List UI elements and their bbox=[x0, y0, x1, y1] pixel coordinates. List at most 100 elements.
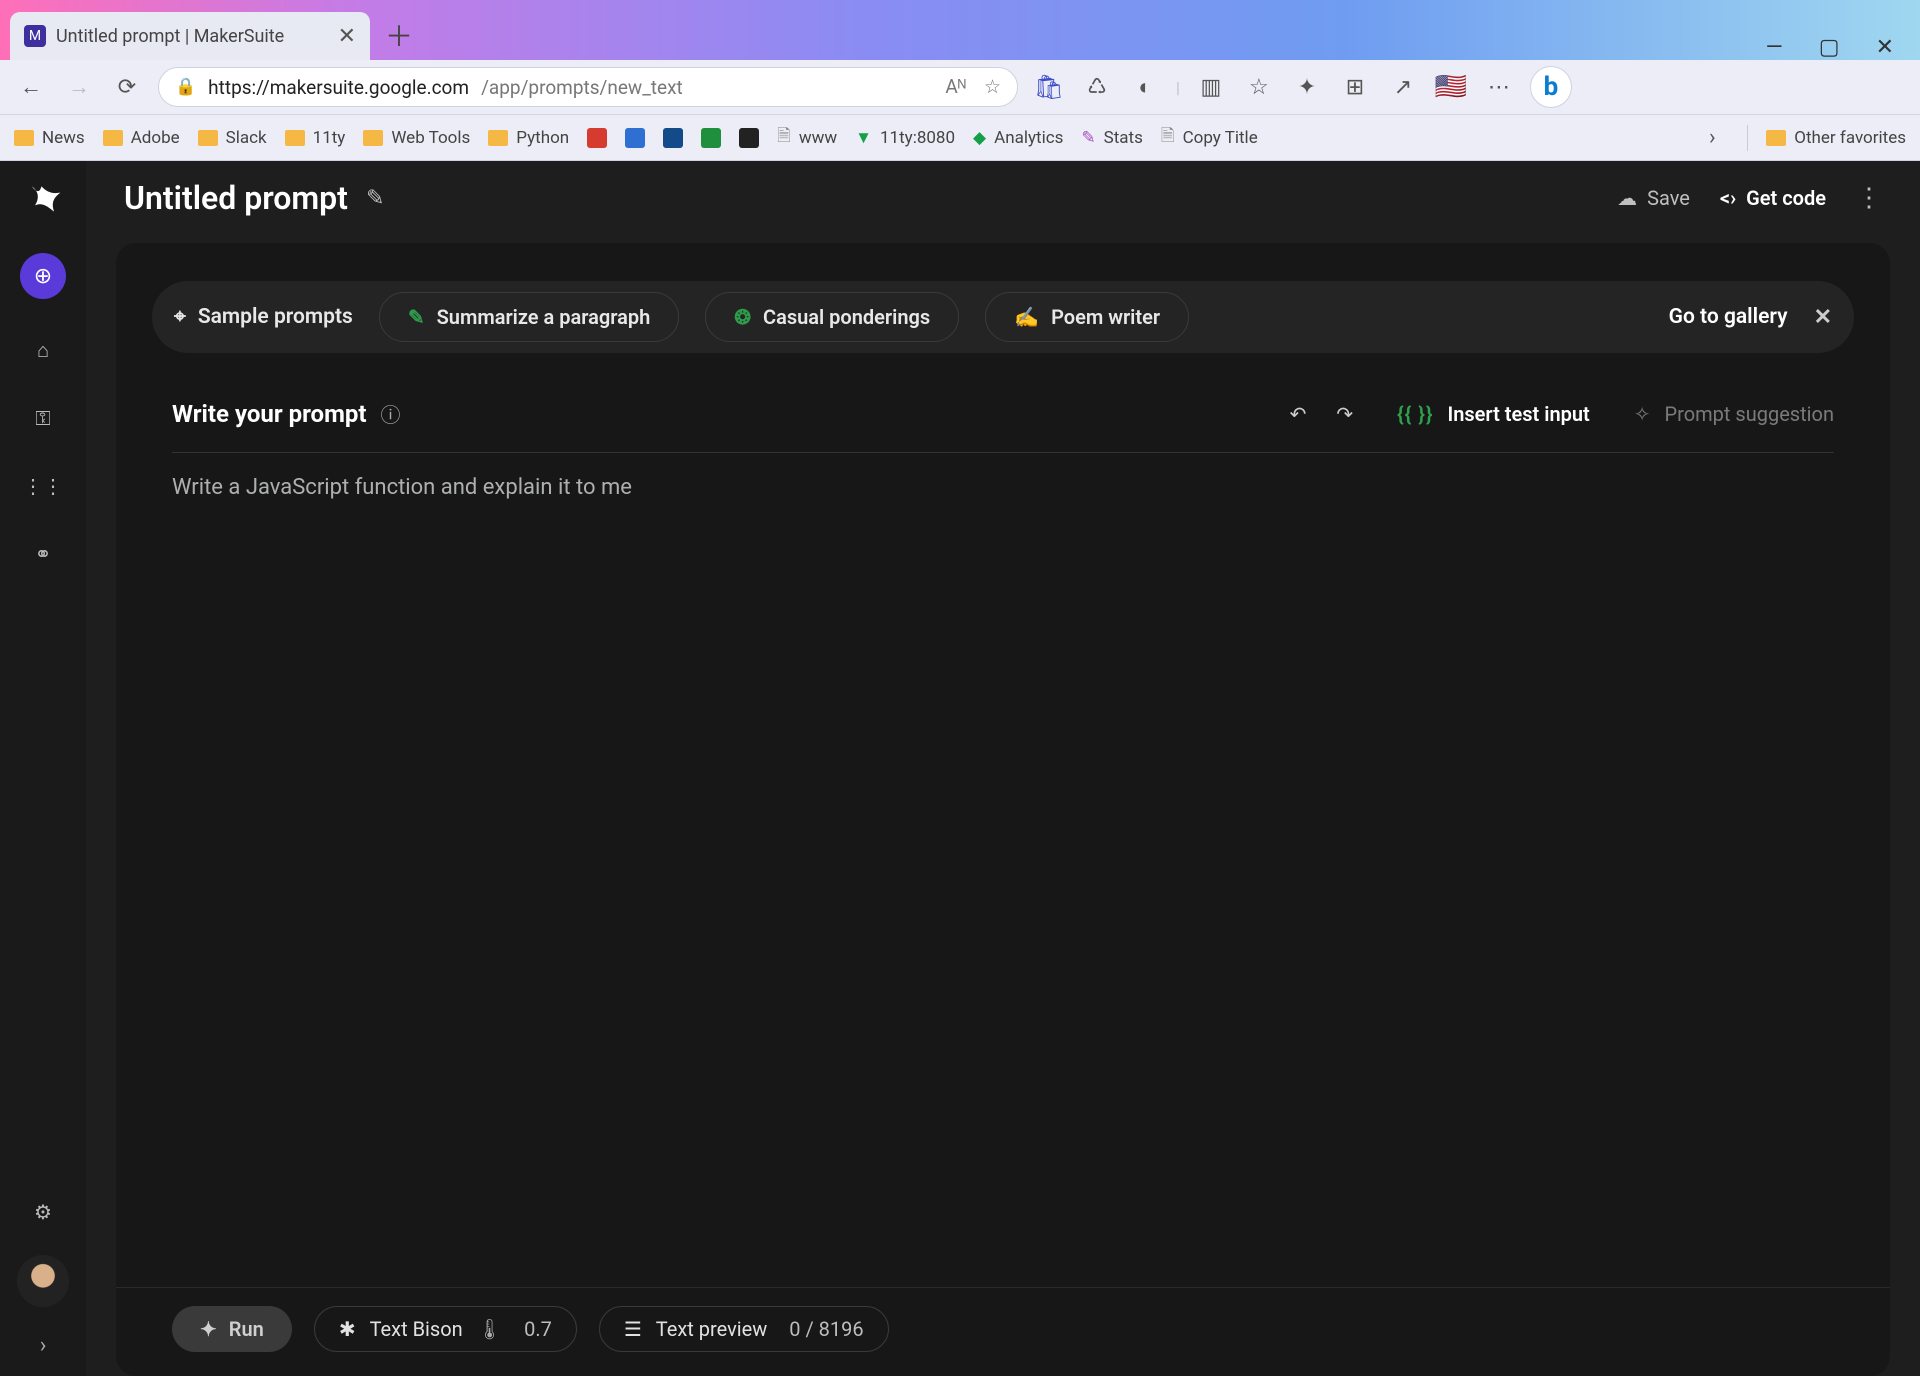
bookmarks-bar: News Adobe Slack 11ty Web Tools Python 🗎… bbox=[0, 115, 1920, 161]
rail-expand-icon[interactable]: › bbox=[40, 1333, 47, 1358]
profile-icon[interactable]: 🇺🇸 bbox=[1434, 70, 1468, 104]
insert-test-input-button[interactable]: {{ }} Insert test input bbox=[1397, 402, 1590, 426]
sample-casual[interactable]: ❂ Casual ponderings bbox=[705, 292, 959, 342]
split-icon[interactable]: ▥ bbox=[1194, 70, 1228, 104]
undo-icon[interactable]: ↶ bbox=[1290, 402, 1307, 426]
bookmark-news[interactable]: News bbox=[14, 128, 85, 148]
window-minimize-icon[interactable]: — bbox=[1766, 35, 1783, 60]
get-code-button[interactable]: <› Get code bbox=[1720, 186, 1826, 210]
model-chip[interactable]: ✱ Text Bison 🌡 0.7 bbox=[314, 1306, 577, 1352]
temperature-icon: 🌡 bbox=[477, 1317, 502, 1341]
diamond-icon: ◆ bbox=[973, 128, 986, 148]
bookmark-webtools[interactable]: Web Tools bbox=[363, 128, 470, 148]
window-controls: — ▢ ✕ bbox=[1766, 27, 1920, 60]
bookmark-analytics[interactable]: ◆Analytics bbox=[973, 128, 1063, 148]
lock-icon: 🔒 bbox=[175, 77, 196, 97]
recycle-icon[interactable]: ♺ bbox=[1080, 70, 1114, 104]
more-menu-icon[interactable]: ⋯ bbox=[1482, 70, 1516, 104]
stats-icon: ✎ bbox=[1081, 128, 1095, 148]
performance-icon[interactable]: ◐ bbox=[1128, 70, 1162, 104]
bottom-bar: ✦ Run ✱ Text Bison 🌡 0.7 ☰ Text preview … bbox=[116, 1287, 1890, 1376]
sample-prompts-row: ⌖ Sample prompts ✎ Summarize a paragraph… bbox=[152, 281, 1854, 353]
lightbulb-icon: ⌖ bbox=[174, 305, 186, 329]
bookmarks-overflow-icon[interactable]: › bbox=[1695, 121, 1729, 155]
url-path: /app/prompts/new_text bbox=[481, 76, 683, 99]
bookmark-stats[interactable]: ✎Stats bbox=[1081, 128, 1143, 148]
app-root: ⊕ ⌂ ⚿ ⋮⋮ ⚭ ⚙ › Untitled prompt ✎ ☁ Save … bbox=[0, 161, 1920, 1376]
prompt-name: Untitled prompt bbox=[124, 179, 348, 217]
info-icon[interactable]: ⓘ bbox=[380, 399, 400, 428]
left-rail: ⊕ ⌂ ⚿ ⋮⋮ ⚭ ⚙ › bbox=[0, 161, 86, 1376]
redo-icon[interactable]: ↷ bbox=[1336, 402, 1353, 426]
sample-prompts-label: ⌖ Sample prompts bbox=[174, 305, 353, 329]
app-topbar: Untitled prompt ✎ ☁ Save <› Get code ⋮ bbox=[86, 161, 1920, 235]
browser-tab[interactable]: M Untitled prompt | MakerSuite ✕ bbox=[10, 12, 370, 60]
bookmark-adobe[interactable]: Adobe bbox=[103, 128, 180, 148]
bookmark-python[interactable]: Python bbox=[488, 128, 569, 148]
window-close-icon[interactable]: ✕ bbox=[1876, 35, 1894, 60]
get-code-label: Get code bbox=[1746, 186, 1826, 210]
bookmark-copytitle[interactable]: 🗎Copy Title bbox=[1161, 123, 1258, 152]
main-column: Untitled prompt ✎ ☁ Save <› Get code ⋮ ⌖… bbox=[86, 161, 1920, 1376]
edit-name-icon[interactable]: ✎ bbox=[366, 186, 384, 211]
run-button[interactable]: ✦ Run bbox=[172, 1306, 292, 1352]
nav-refresh-button[interactable]: ⟳ bbox=[110, 70, 144, 104]
prompt-suggestion-button[interactable]: ✧ Prompt suggestion bbox=[1634, 402, 1834, 426]
extensions-icon[interactable]: ⊞ bbox=[1338, 70, 1372, 104]
tab-title: Untitled prompt | MakerSuite bbox=[56, 26, 284, 47]
user-avatar[interactable] bbox=[17, 1255, 69, 1307]
prompt-editor[interactable]: Write a JavaScript function and explain … bbox=[172, 475, 1834, 1275]
window-maximize-icon[interactable]: ▢ bbox=[1819, 35, 1840, 60]
new-prompt-button[interactable]: ⊕ bbox=[20, 253, 66, 299]
collections-icon[interactable]: ✦ bbox=[1290, 70, 1324, 104]
bookmark-slack[interactable]: Slack bbox=[198, 128, 267, 148]
nav-back-button[interactable]: ← bbox=[14, 70, 48, 104]
bookmark-icon-5[interactable] bbox=[739, 128, 759, 148]
bing-sidebar-button[interactable]: b bbox=[1530, 66, 1572, 108]
bookmark-icon-4[interactable] bbox=[701, 128, 721, 148]
bookmark-icon-1[interactable] bbox=[587, 128, 607, 148]
address-bar: ← → ⟳ 🔒 https://makersuite.google.com/ap… bbox=[0, 60, 1920, 115]
model-icon: ✱ bbox=[339, 1317, 356, 1341]
braces-icon: {{ }} bbox=[1397, 402, 1433, 426]
casual-icon: ❂ bbox=[734, 305, 751, 329]
settings-icon[interactable]: ⚙ bbox=[26, 1195, 60, 1229]
save-label: Save bbox=[1647, 186, 1690, 210]
cloud-icon: ☁ bbox=[1617, 186, 1637, 210]
preview-label: Text preview bbox=[656, 1317, 767, 1341]
nav-forward-button[interactable]: → bbox=[62, 70, 96, 104]
sample-poem[interactable]: ✍ Poem writer bbox=[985, 292, 1189, 342]
app-logo-icon[interactable] bbox=[23, 179, 63, 219]
close-samples-icon[interactable]: ✕ bbox=[1814, 305, 1832, 330]
temperature-value: 0.7 bbox=[524, 1317, 552, 1341]
rail-home-icon[interactable]: ⌂ bbox=[26, 333, 60, 367]
bookmark-www[interactable]: 🗎www bbox=[777, 123, 837, 152]
bookmark-icon-2[interactable] bbox=[625, 128, 645, 148]
window-titlebar: M Untitled prompt | MakerSuite ✕ ＋ — ▢ ✕ bbox=[0, 0, 1920, 60]
bookmark-11ty[interactable]: 11ty bbox=[285, 128, 346, 148]
favorites-icon[interactable]: ☆ bbox=[1242, 70, 1276, 104]
sample-summarize[interactable]: ✎ Summarize a paragraph bbox=[379, 292, 679, 342]
save-button[interactable]: ☁ Save bbox=[1617, 186, 1690, 210]
bookmark-icon-3[interactable] bbox=[663, 128, 683, 148]
other-favorites[interactable]: Other favorites bbox=[1766, 128, 1906, 148]
tab-favicon: M bbox=[24, 25, 46, 47]
more-options-icon[interactable]: ⋮ bbox=[1856, 183, 1882, 213]
preview-chip[interactable]: ☰ Text preview 0 / 8196 bbox=[599, 1306, 889, 1352]
rail-key-icon[interactable]: ⚿ bbox=[26, 401, 60, 435]
rail-link-icon[interactable]: ⚭ bbox=[26, 537, 60, 571]
url-input[interactable]: 🔒 https://makersuite.google.com/app/prom… bbox=[158, 67, 1018, 107]
prompt-header-title: Write your prompt bbox=[172, 400, 366, 428]
token-count: 0 / 8196 bbox=[789, 1317, 863, 1341]
prompt-card: ⌖ Sample prompts ✎ Summarize a paragraph… bbox=[116, 243, 1890, 1376]
share-icon[interactable]: ↗ bbox=[1386, 70, 1420, 104]
shopping-icon[interactable]: 🛍 bbox=[1032, 70, 1066, 104]
read-aloud-icon[interactable]: Aᴺ bbox=[945, 75, 966, 99]
bookmark-11ty8080[interactable]: ▼11ty:8080 bbox=[855, 128, 955, 148]
rail-nodes-icon[interactable]: ⋮⋮ bbox=[26, 469, 60, 503]
tab-close-icon[interactable]: ✕ bbox=[338, 24, 356, 49]
favorite-icon[interactable]: ☆ bbox=[984, 75, 1001, 99]
summarize-icon: ✎ bbox=[408, 305, 425, 329]
go-to-gallery-link[interactable]: Go to gallery bbox=[1669, 305, 1788, 329]
new-tab-button[interactable]: ＋ bbox=[378, 14, 420, 56]
